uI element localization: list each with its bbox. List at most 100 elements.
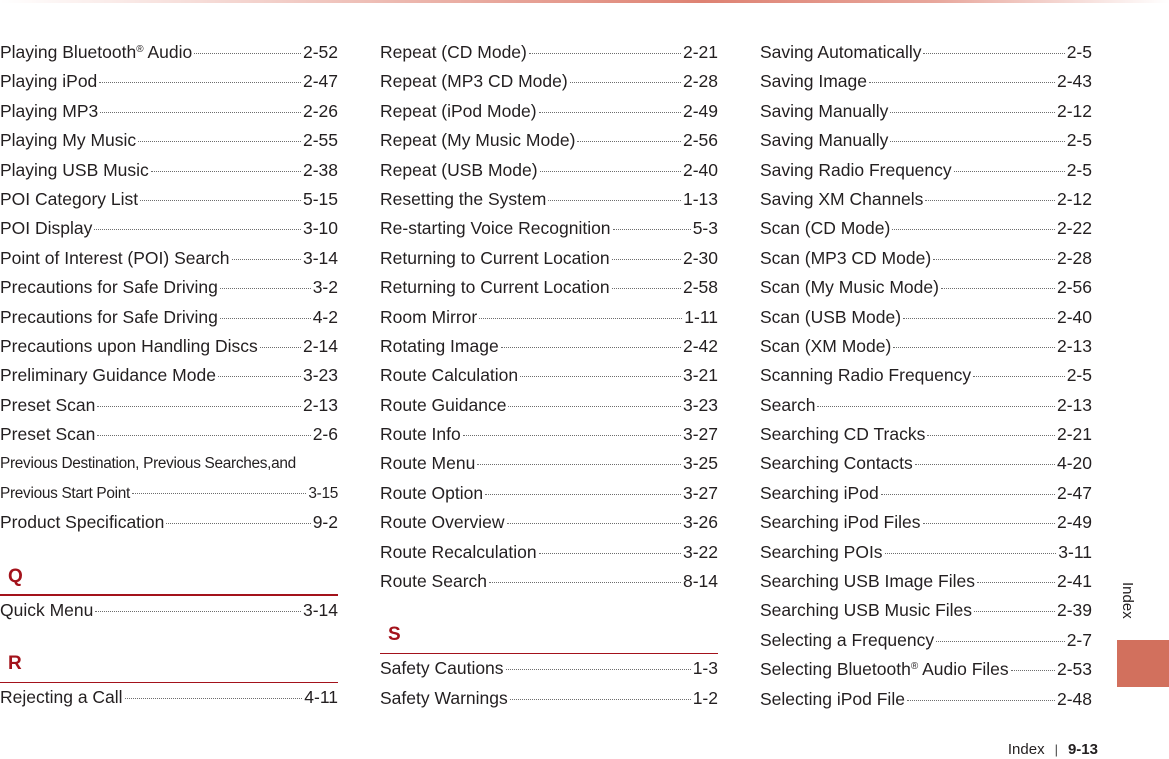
index-entry[interactable]: Scanning Radio Frequency 2-5 — [760, 361, 1092, 390]
index-entry[interactable]: Route Guidance 3-23 — [380, 391, 718, 420]
page-reference[interactable]: 3-23 — [303, 361, 338, 390]
index-entry[interactable]: Selecting Bluetooth® Audio Files 2-53 — [760, 655, 1092, 684]
index-entry[interactable]: Room Mirror 1-11 — [380, 303, 718, 332]
index-entry[interactable]: Route Recalculation 3-22 — [380, 538, 718, 567]
index-entry[interactable]: Saving XM Channels 2-12 — [760, 185, 1092, 214]
index-entry[interactable]: POI Display 3-10 — [0, 214, 338, 243]
page-reference[interactable]: 5-15 — [303, 185, 338, 214]
index-entry[interactable]: Searching USB Music Files 2-39 — [760, 596, 1092, 625]
page-reference[interactable]: 3-2 — [313, 273, 338, 302]
page-reference[interactable]: 3-22 — [683, 538, 718, 567]
page-reference[interactable]: 2-12 — [1057, 97, 1092, 126]
page-reference[interactable]: 2-43 — [1057, 67, 1092, 96]
index-entry[interactable]: Selecting a Frequency 2-7 — [760, 626, 1092, 655]
index-entry[interactable]: Saving Automatically 2-5 — [760, 38, 1092, 67]
index-entry[interactable]: Searching USB Image Files 2-41 — [760, 567, 1092, 596]
index-entry[interactable]: Point of Interest (POI) Search 3-14 — [0, 244, 338, 273]
page-reference[interactable]: 2-47 — [1057, 479, 1092, 508]
index-entry[interactable]: Resetting the System 1-13 — [380, 185, 718, 214]
index-entry[interactable]: Route Info 3-27 — [380, 420, 718, 449]
page-reference[interactable]: 3-25 — [683, 449, 718, 478]
index-entry[interactable]: Searching iPod Files 2-49 — [760, 508, 1092, 537]
index-entry[interactable]: Returning to Current Location 2-58 — [380, 273, 718, 302]
page-reference[interactable]: 3-11 — [1058, 538, 1092, 567]
index-entry[interactable]: Playing iPod 2-47 — [0, 67, 338, 96]
page-reference[interactable]: 1-2 — [693, 684, 718, 713]
index-entry[interactable]: Playing My Music 2-55 — [0, 126, 338, 155]
page-reference[interactable]: 5-3 — [693, 214, 718, 243]
page-reference[interactable]: 3-14 — [303, 244, 338, 273]
index-entry[interactable]: Searching CD Tracks 2-21 — [760, 420, 1092, 449]
index-entry[interactable]: Playing MP3 2-26 — [0, 97, 338, 126]
page-reference[interactable]: 2-14 — [303, 332, 338, 361]
page-reference[interactable]: 3-27 — [683, 420, 718, 449]
page-reference[interactable]: 2-5 — [1067, 361, 1092, 390]
page-reference[interactable]: 2-48 — [1057, 685, 1092, 714]
page-reference[interactable]: 2-21 — [1057, 420, 1092, 449]
index-entry[interactable]: Saving Image 2-43 — [760, 67, 1092, 96]
page-reference[interactable]: 2-42 — [683, 332, 718, 361]
page-reference[interactable]: 1-11 — [684, 303, 718, 332]
page-reference[interactable]: 2-5 — [1067, 38, 1092, 67]
index-entry[interactable]: Previous Destination, Previous Searches,… — [0, 449, 338, 478]
index-entry[interactable]: Scan (XM Mode) 2-13 — [760, 332, 1092, 361]
page-reference[interactable]: 2-5 — [1067, 156, 1092, 185]
index-entry[interactable]: POI Category List 5-15 — [0, 185, 338, 214]
page-reference[interactable]: 8-14 — [683, 567, 718, 596]
page-reference[interactable]: 2-12 — [1057, 185, 1092, 214]
page-reference[interactable]: 3-21 — [683, 361, 718, 390]
index-entry[interactable]: Scan (CD Mode) 2-22 — [760, 214, 1092, 243]
page-reference[interactable]: 2-5 — [1067, 126, 1092, 155]
page-reference[interactable]: 3-27 — [683, 479, 718, 508]
index-entry[interactable]: Saving Radio Frequency 2-5 — [760, 156, 1092, 185]
index-entry[interactable]: Repeat (USB Mode) 2-40 — [380, 156, 718, 185]
page-reference[interactable]: 4-20 — [1057, 449, 1092, 478]
page-reference[interactable]: 2-53 — [1057, 655, 1092, 684]
page-reference[interactable]: 1-3 — [693, 654, 718, 683]
page-reference[interactable]: 2-22 — [1057, 214, 1092, 243]
index-entry[interactable]: Precautions upon Handling Discs 2-14 — [0, 332, 338, 361]
page-reference[interactable]: 3-10 — [303, 214, 338, 243]
page-reference[interactable]: 2-7 — [1067, 626, 1092, 655]
page-reference[interactable]: 2-26 — [303, 97, 338, 126]
index-entry[interactable]: Route Calculation 3-21 — [380, 361, 718, 390]
page-reference[interactable]: 2-13 — [1057, 391, 1092, 420]
index-entry[interactable]: Scan (My Music Mode) 2-56 — [760, 273, 1092, 302]
index-entry[interactable]: Route Menu 3-25 — [380, 449, 718, 478]
page-reference[interactable]: 3-14 — [303, 596, 338, 625]
page-reference[interactable]: 2-49 — [1057, 508, 1092, 537]
index-entry[interactable]: Repeat (MP3 CD Mode) 2-28 — [380, 67, 718, 96]
index-entry[interactable]: Preset Scan 2-6 — [0, 420, 338, 449]
index-entry[interactable]: Re-starting Voice Recognition 5-3 — [380, 214, 718, 243]
page-reference[interactable]: 3-23 — [683, 391, 718, 420]
index-entry[interactable]: Rotating Image 2-42 — [380, 332, 718, 361]
index-entry[interactable]: Route Overview 3-26 — [380, 508, 718, 537]
page-reference[interactable]: 2-28 — [1057, 244, 1092, 273]
page-reference[interactable]: 2-47 — [303, 67, 338, 96]
page-reference[interactable]: 4-11 — [304, 683, 338, 712]
index-entry[interactable]: Preliminary Guidance Mode 3-23 — [0, 361, 338, 390]
index-entry[interactable]: Playing USB Music 2-38 — [0, 156, 338, 185]
page-reference[interactable]: 2-13 — [1057, 332, 1092, 361]
page-reference[interactable]: 2-52 — [303, 38, 338, 67]
page-reference[interactable]: 2-6 — [313, 420, 338, 449]
page-reference[interactable]: 2-56 — [683, 126, 718, 155]
index-entry[interactable]: Repeat (My Music Mode) 2-56 — [380, 126, 718, 155]
index-entry[interactable]: Saving Manually 2-12 — [760, 97, 1092, 126]
index-entry[interactable]: Rejecting a Call 4-11 — [0, 683, 338, 712]
index-entry[interactable]: Previous Start Point 3-15 — [0, 479, 338, 508]
index-entry[interactable]: Safety Warnings 1-2 — [380, 684, 718, 713]
page-reference[interactable]: 2-21 — [683, 38, 718, 67]
page-reference[interactable]: 2-28 — [683, 67, 718, 96]
index-entry[interactable]: Searching iPod 2-47 — [760, 479, 1092, 508]
index-entry[interactable]: Quick Menu 3-14 — [0, 596, 338, 625]
page-reference[interactable]: 2-55 — [303, 126, 338, 155]
index-entry[interactable]: Scan (USB Mode) 2-40 — [760, 303, 1092, 332]
page-reference[interactable]: 2-41 — [1057, 567, 1092, 596]
page-reference[interactable]: 2-13 — [303, 391, 338, 420]
page-reference[interactable]: 3-15 — [308, 479, 338, 508]
index-entry[interactable]: Product Specification 9-2 — [0, 508, 338, 537]
index-entry[interactable]: Scan (MP3 CD Mode) 2-28 — [760, 244, 1092, 273]
page-reference[interactable]: 2-30 — [683, 244, 718, 273]
side-section-tab[interactable] — [1117, 640, 1169, 687]
